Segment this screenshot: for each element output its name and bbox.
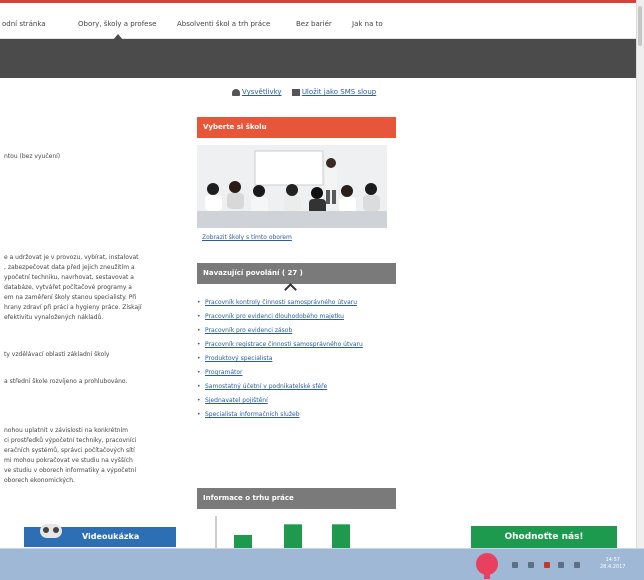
classroom-photo: [197, 145, 387, 228]
text-line: eračních systémů, správci počítačových s…: [4, 447, 135, 454]
occupation-link[interactable]: Pracovník registrace činnosti samosprávn…: [197, 340, 396, 349]
clock-time: 14:57: [605, 557, 620, 563]
page-actions: Vysvětlivky Uložit jako SMS sloup: [232, 88, 376, 96]
sub-navigation-bar: [0, 39, 636, 78]
nav-item-howto[interactable]: Jak na to: [352, 20, 383, 28]
top-navigation: odní stránka Obory, školy a profese Abso…: [0, 4, 636, 40]
occupation-link[interactable]: Pracovník pro evidenci dlouhodobého maje…: [197, 312, 396, 321]
pointer-marker: [476, 553, 498, 575]
tray-flag-icon[interactable]: [512, 562, 518, 568]
video-sample-button[interactable]: Videoukázka: [24, 524, 176, 547]
occupation-link[interactable]: Sjednavatel pojištění: [197, 396, 396, 405]
field-description-line: ntou (bez vyučení): [4, 153, 61, 160]
text-line: ci prostředků výpočetní techniky, pracov…: [4, 437, 137, 444]
occupation-link[interactable]: Pracovník kontroly činnosti samosprávnéh…: [197, 298, 396, 307]
text-line: em na zaměření školy stanou specialisty.…: [4, 294, 137, 301]
taskbar-clock[interactable]: 14:57 28.4.2017: [600, 557, 625, 571]
text-line: ve studiu v oborech informatiky a výpoče…: [4, 467, 137, 474]
text-line: efektivitu vynaložených nákladů.: [4, 314, 104, 321]
text-line: , zabezpečovat data před jejich zneužití…: [4, 264, 135, 271]
occupation-link[interactable]: Samostatný účetní v podnikatelské sféře: [197, 382, 396, 391]
explain-link[interactable]: Vysvětlivky: [242, 88, 282, 96]
tray-arrow-icon[interactable]: [528, 562, 534, 568]
occupation-link[interactable]: Specialista informačních služeb: [197, 410, 396, 419]
rate-us-button[interactable]: Ohodnoťte nás!: [471, 526, 617, 548]
text-line: ypočetní techniku, navrhovat, sestavovat…: [4, 274, 134, 281]
nav-item-home[interactable]: odní stránka: [2, 20, 46, 28]
video-button-label: Videoukázka: [82, 532, 140, 541]
related-occupations-header: Navazující povolání ( 27 ): [197, 263, 396, 284]
occupation-link[interactable]: Produktový specialista: [197, 354, 396, 363]
chevron-up-icon[interactable]: [284, 283, 297, 296]
vertical-scrollbar[interactable]: [636, 0, 644, 548]
text-line: e a udržovat je v provozu, vybírat, inst…: [4, 254, 139, 261]
person-icon: [232, 88, 240, 96]
save-sms-link[interactable]: Uložit jako SMS sloup: [302, 88, 376, 96]
labor-market-header: Informace o trhu práce: [197, 488, 396, 509]
text-line: nohou uplatnit v závislosti na konkrétní…: [4, 427, 129, 434]
film-reel-icon: [40, 524, 62, 538]
occupation-link[interactable]: Programátor: [197, 368, 396, 377]
top-accent-line: [0, 0, 644, 3]
related-occupations-list: Pracovník kontroly činnosti samosprávnéh…: [197, 298, 396, 424]
employment-paragraph: nohou uplatnit v závislosti na konkrétní…: [4, 426, 136, 486]
scrollbar-thumb[interactable]: [638, 6, 642, 46]
nav-item-barrier-free[interactable]: Bez bariér: [296, 20, 332, 28]
occupation-link[interactable]: Pracovník pro evidenci zásob: [197, 326, 396, 335]
nav-item-fields[interactable]: Obory, školy a profese: [78, 20, 156, 28]
text-line: mi mohou pokračovat ve studiu na vyšších: [4, 457, 133, 464]
text-line: oborech ekonomických.: [4, 477, 75, 484]
choose-school-header: Vyberte si školu: [197, 117, 396, 138]
education-line: a střední škole rozvíjeno a prohlubováno…: [4, 378, 128, 385]
field-description-paragraph: e a udržovat je v provozu, vybírat, inst…: [4, 253, 142, 323]
education-line: ty vzdělávací oblasti základní školy: [4, 351, 110, 358]
show-schools-link[interactable]: Zobrazit školy s tímto oborem: [202, 234, 292, 241]
classroom-photo-image: [197, 145, 387, 228]
nav-item-graduates[interactable]: Absolventi škol a trh práce: [177, 20, 270, 28]
print-icon: [291, 88, 300, 96]
tray-volume-icon[interactable]: [574, 562, 580, 568]
text-line: hrany zdraví při práci a hygieny práce. …: [4, 304, 142, 311]
text-line: databáze, vytvářet počítačové programy a: [4, 284, 132, 291]
tray-security-icon[interactable]: [544, 562, 550, 568]
tray-network-icon[interactable]: [558, 562, 564, 568]
clock-date: 28.4.2017: [600, 564, 626, 570]
